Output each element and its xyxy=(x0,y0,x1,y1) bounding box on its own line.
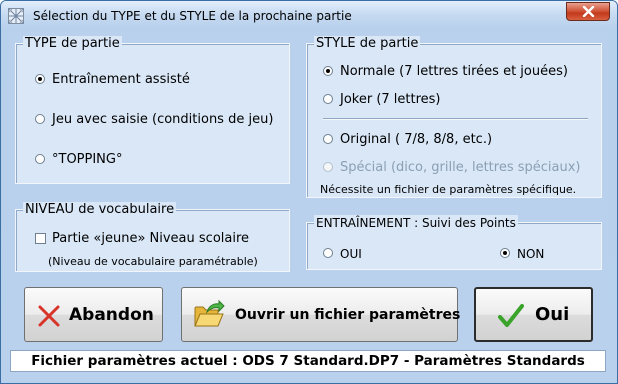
option-style-normale-label[interactable]: Normale (7 lettres tirées et jouées) xyxy=(340,64,568,80)
option-style-joker-label[interactable]: Joker (7 lettres) xyxy=(340,92,441,108)
style-separator xyxy=(323,118,588,119)
title-bar[interactable]: Sélection du TYPE et du STYLE de la proc… xyxy=(1,1,617,31)
entrainement-group: ENTRAÎNEMENT : Suivi des Points OUI NON xyxy=(306,215,602,270)
style-group-title: STYLE de partie xyxy=(314,36,421,52)
radio-style-original[interactable] xyxy=(323,134,333,144)
open-params-button-label: Ouvrir un fichier paramètres xyxy=(235,307,461,323)
radio-topping[interactable] xyxy=(35,154,45,164)
radio-suivi-oui[interactable] xyxy=(323,248,333,258)
close-button[interactable] xyxy=(566,2,610,21)
jeune-checkbox-label[interactable]: Partie «jeune» Niveau scolaire xyxy=(52,231,249,247)
status-text: Fichier paramètres actuel : ODS 7 Standa… xyxy=(31,353,585,369)
niveau-group-title: NIVEAU de vocabulaire xyxy=(23,202,177,218)
radio-style-normale[interactable] xyxy=(323,66,333,76)
style-note: Nécessite un fichier de paramètres spéci… xyxy=(320,183,577,196)
entrainement-group-title: ENTRAÎNEMENT : Suivi des Points xyxy=(314,215,518,231)
radio-style-special xyxy=(323,162,333,172)
folder-open-icon xyxy=(194,299,225,327)
app-icon xyxy=(8,8,24,24)
option-style-original-label[interactable]: Original ( 7/8, 8/8, etc.) xyxy=(340,132,492,148)
option-suivi-non-label[interactable]: NON xyxy=(517,246,544,262)
radio-entrainement-assiste[interactable] xyxy=(35,74,45,84)
close-icon xyxy=(582,6,595,17)
jeune-checkbox[interactable] xyxy=(35,233,46,244)
option-jeu-avec-saisie-label[interactable]: Jeu avec saisie (conditions de jeu) xyxy=(52,112,273,128)
option-entrainement-assiste-label[interactable]: Entraînement assisté xyxy=(52,72,190,88)
cross-icon xyxy=(38,305,60,327)
option-style-special-label: Spécial (dico, grille, lettres spéciaux) xyxy=(340,160,581,175)
status-bar: Fichier paramètres actuel : ODS 7 Standa… xyxy=(10,350,606,372)
radio-suivi-non[interactable] xyxy=(500,248,510,258)
checkmark-icon xyxy=(498,304,524,327)
oui-button[interactable]: Oui xyxy=(474,287,593,342)
oui-button-label: Oui xyxy=(535,304,570,325)
option-topping-label[interactable]: °TOPPING° xyxy=(52,152,122,168)
abandon-button-label: Abandon xyxy=(69,305,154,325)
abandon-button[interactable]: Abandon xyxy=(24,287,163,342)
radio-jeu-avec-saisie[interactable] xyxy=(35,114,45,124)
dialog-client-area: TYPE de partie Entraînement assisté Jeu … xyxy=(8,31,608,374)
niveau-note: (Niveau de vocabulaire paramétrable) xyxy=(48,255,258,268)
radio-style-joker[interactable] xyxy=(323,94,333,104)
option-suivi-oui-label[interactable]: OUI xyxy=(340,246,362,262)
type-group-title: TYPE de partie xyxy=(23,36,122,52)
dialog-window: Sélection du TYPE et du STYLE de la proc… xyxy=(0,0,618,384)
style-group: STYLE de partie Normale (7 lettres tirée… xyxy=(306,36,602,198)
niveau-group: NIVEAU de vocabulaire Partie «jeune» Niv… xyxy=(15,202,290,272)
open-params-button[interactable]: Ouvrir un fichier paramètres xyxy=(181,287,461,342)
type-group: TYPE de partie Entraînement assisté Jeu … xyxy=(15,36,290,184)
window-title: Sélection du TYPE et du STYLE de la proc… xyxy=(33,9,352,23)
